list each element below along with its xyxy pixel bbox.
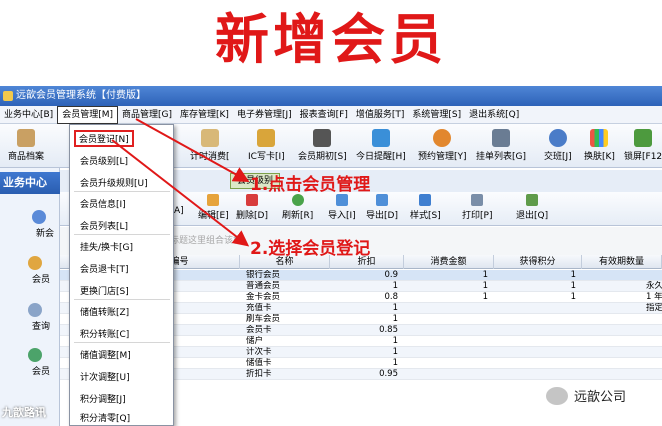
watermark: 远歆公司	[510, 382, 650, 410]
wechat-logo-icon	[546, 387, 568, 405]
watermark-text: 远歆公司	[574, 390, 627, 405]
annotation-step2: 2.选择会员登记	[250, 239, 371, 259]
annotation-arrows	[111, 118, 250, 247]
annotation-step1: 1.点击会员管理	[250, 175, 371, 195]
arrow-step2	[111, 139, 250, 247]
watermark-left: 九歆路讯	[2, 406, 46, 419]
